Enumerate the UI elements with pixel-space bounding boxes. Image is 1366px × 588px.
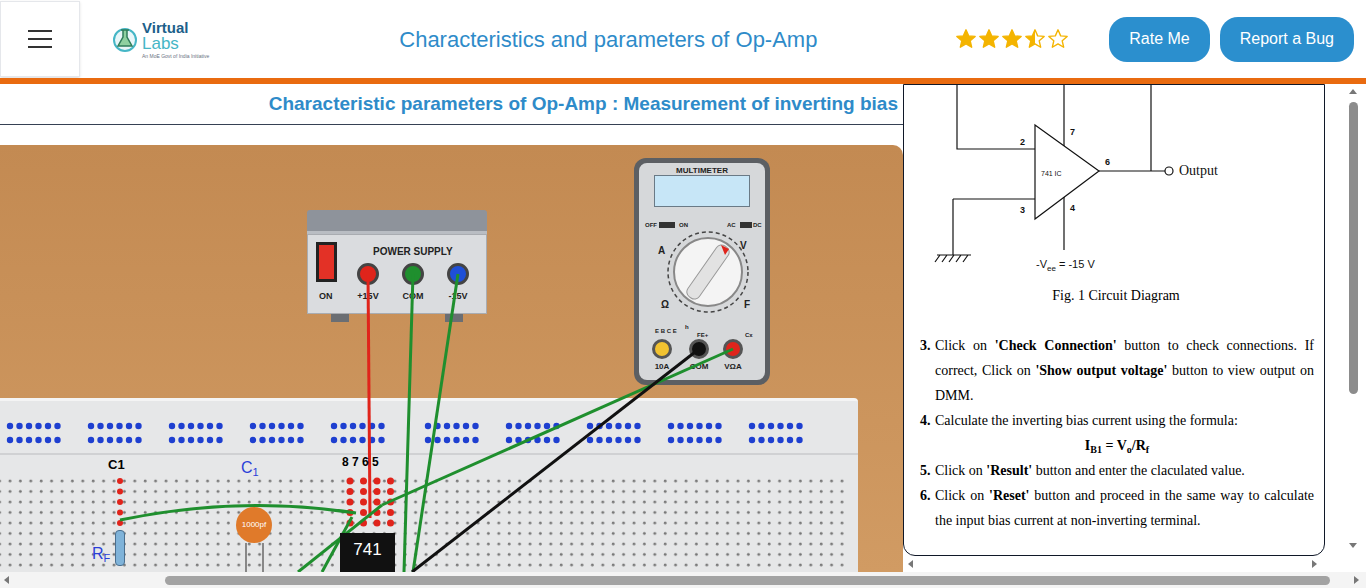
- ic-label: 741: [353, 537, 381, 563]
- power-supply: ONPOWER SUPPLY+15VCOM-15V: [307, 210, 487, 322]
- step-number: 5.: [920, 458, 935, 483]
- pin-label: 6: [1105, 157, 1110, 167]
- capacitor-value: 1000pf: [242, 519, 266, 531]
- scroll-thumb[interactable]: [1349, 102, 1358, 394]
- instruction-step: 5.Click on 'Result' button and enter the…: [920, 458, 1314, 483]
- pin-label: 3: [1020, 205, 1025, 215]
- workbench: ONPOWER SUPPLY+15VCOM-15VMULTIMETEROFFON…: [0, 145, 903, 572]
- scroll-right-icon[interactable]: [1311, 559, 1321, 569]
- logo[interactable]: VirtualLabs An MoE Govt of India Initiati…: [110, 20, 209, 59]
- switch-label: ON: [319, 290, 333, 304]
- switch-label: OFF: [645, 221, 657, 230]
- header-button[interactable]: Rate Me: [1109, 17, 1209, 62]
- flask-icon: [110, 24, 140, 54]
- instruction-step: 6.Click on 'Reset' button and proceed in…: [920, 483, 1314, 533]
- dial[interactable]: [663, 227, 753, 317]
- jack[interactable]: [652, 339, 672, 359]
- vertical-scrollbar[interactable]: [1340, 84, 1366, 572]
- switch-label: DC: [753, 221, 762, 230]
- menu-button[interactable]: [0, 1, 80, 77]
- step-number: 3.: [920, 333, 935, 408]
- header-button[interactable]: Report a Bug: [1220, 17, 1354, 62]
- pin-label: 8 7 6 5: [342, 453, 379, 471]
- star-icon[interactable]: [955, 28, 977, 50]
- dial-label: F: [744, 297, 750, 312]
- capacitor[interactable]: 1000pf: [236, 507, 272, 543]
- dial-label: A: [658, 243, 665, 258]
- step-number: 4.: [920, 408, 935, 433]
- instruction-step: 4.Calculate the inverting bias current u…: [920, 408, 1314, 458]
- socket-label: E B C E: [655, 327, 677, 336]
- pin-label: 4: [1070, 203, 1075, 213]
- rating-stars[interactable]: [955, 28, 1069, 50]
- power-supply-title: POWER SUPPLY: [373, 244, 453, 259]
- socket-label: Cx: [745, 331, 753, 340]
- pin-label: 7: [1070, 127, 1075, 137]
- star-icon[interactable]: [1001, 28, 1023, 50]
- ic-chip[interactable]: 741: [340, 533, 395, 572]
- dial-label: V: [740, 238, 747, 253]
- hamburger-icon: [27, 29, 53, 49]
- switch-label: AC: [727, 221, 736, 230]
- dial-label: Ω: [661, 297, 669, 312]
- circuit-diagram: 2 3 7 6 4 741 IC Output -Vee = -15 V: [904, 85, 1324, 285]
- output-label: Output: [1179, 163, 1218, 178]
- switch-label: ON: [679, 221, 688, 230]
- power-switch[interactable]: [316, 242, 337, 282]
- resistor-label: RF: [92, 542, 110, 566]
- instruction-step: 3.Click on 'Check Connection' button to …: [920, 333, 1314, 408]
- wires: [0, 145, 903, 572]
- ic-label: 741 IC: [1041, 170, 1062, 177]
- logo-word: Virtual: [142, 20, 209, 35]
- figure-caption: Fig. 1 Circuit Diagram: [904, 285, 1324, 307]
- app: VirtualLabs An MoE Govt of India Initiati…: [0, 0, 1366, 588]
- step-number: 6.: [920, 483, 935, 533]
- supply-label: -Vee = -15 V: [1036, 258, 1095, 273]
- terminal-label: -15V: [438, 290, 478, 304]
- instructions: 3.Click on 'Check Connection' button to …: [904, 333, 1324, 533]
- procedure-panel: 2 3 7 6 4 741 IC Output -Vee = -15 V Fig. 1 Circ…: [903, 84, 1325, 556]
- experiment-heading: Characteristic parameters of Op-Amp : Me…: [269, 90, 898, 119]
- capacitor-label: C1: [241, 456, 259, 480]
- resistor[interactable]: [115, 530, 125, 566]
- star-icon[interactable]: [1047, 28, 1069, 50]
- logo-word: Labs: [142, 35, 209, 52]
- scroll-right-icon[interactable]: [1353, 575, 1363, 585]
- logo-tagline: An MoE Govt of India Initiative: [142, 54, 209, 59]
- scroll-down-icon[interactable]: [1348, 542, 1358, 552]
- procedure-panel-wrap: 2 3 7 6 4 741 IC Output -Vee = -15 V Fig. 1 Circ…: [903, 84, 1325, 572]
- formula: IB1 = Vo/Rf: [920, 433, 1314, 458]
- scroll-left-icon[interactable]: [3, 575, 13, 585]
- pin-label: 2: [1020, 137, 1025, 147]
- star-icon[interactable]: [1024, 28, 1046, 50]
- simulation-area: Characteristic parameters of Op-Amp : Me…: [0, 84, 903, 572]
- scroll-up-icon[interactable]: [1348, 88, 1358, 98]
- star-icon[interactable]: [978, 28, 1000, 50]
- column-label: C1: [108, 455, 125, 475]
- scroll-left-icon[interactable]: [907, 559, 917, 569]
- display: [654, 175, 750, 207]
- scroll-thumb[interactable]: [165, 576, 1330, 585]
- socket-label: h: [685, 323, 689, 332]
- page-title: Characteristics and parameters of Op-Amp: [399, 23, 817, 56]
- jack-label: VΩA: [715, 361, 751, 373]
- multimeter: MULTIMETEROFFONACDCAVΩFE B C EhFE+Cx10AC…: [634, 158, 770, 385]
- horizontal-scrollbar[interactable]: [0, 572, 1366, 588]
- header: VirtualLabs An MoE Govt of India Initiati…: [0, 0, 1366, 78]
